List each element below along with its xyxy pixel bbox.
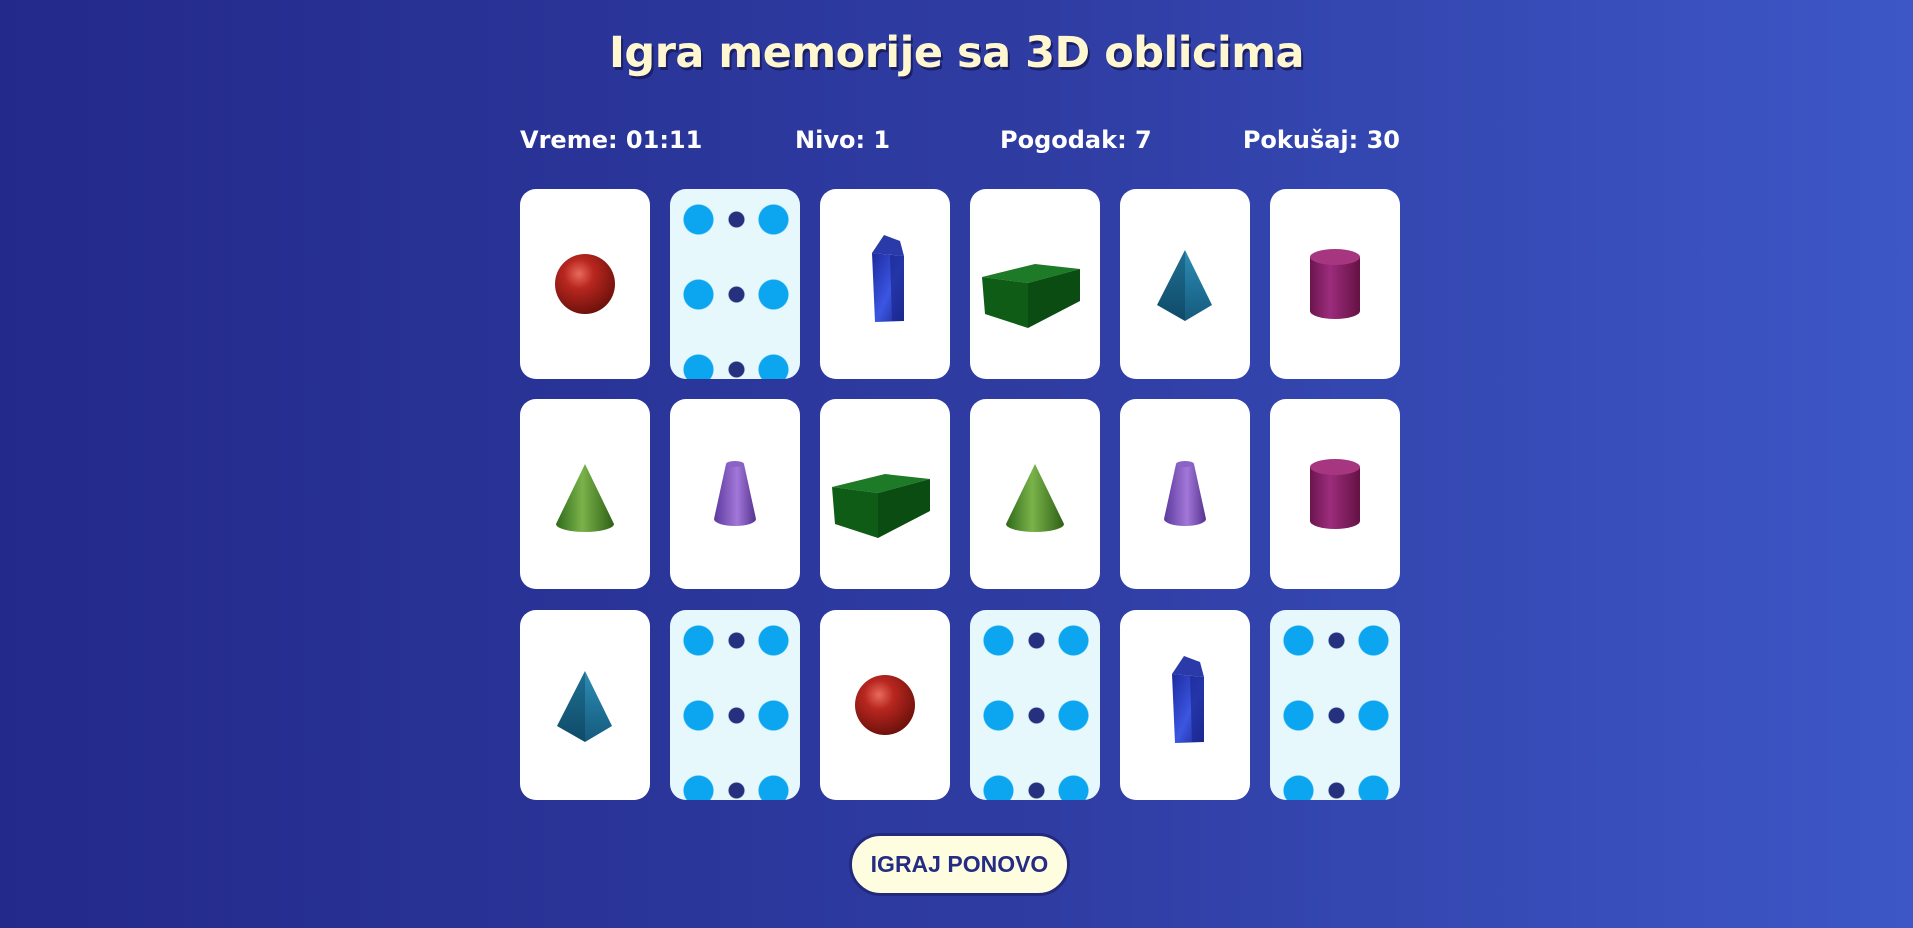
- card-face-up[interactable]: [670, 399, 800, 589]
- frustum-icon: [1164, 461, 1206, 526]
- card-face-up[interactable]: [1120, 399, 1250, 589]
- pyramid-icon: [1157, 250, 1212, 321]
- card-face-down[interactable]: [670, 610, 800, 800]
- prism-icon: [1172, 656, 1204, 743]
- card-face-up[interactable]: [1120, 189, 1250, 379]
- card-face-up[interactable]: [1270, 399, 1400, 589]
- tries-counter: Pokušaj: 30: [1242, 126, 1400, 154]
- prism-icon: [872, 235, 904, 322]
- card-face-up[interactable]: [1270, 189, 1400, 379]
- card-face-up[interactable]: [970, 399, 1100, 589]
- cylinder-icon: [1310, 459, 1360, 529]
- sphere-icon: [855, 675, 915, 735]
- cone-icon: [1006, 464, 1064, 532]
- level-counter: Nivo: 1: [795, 126, 891, 154]
- card-face-down[interactable]: [970, 610, 1100, 800]
- play-again-button[interactable]: IGRAJ PONOVO: [849, 833, 1070, 896]
- card-face-down[interactable]: [1270, 610, 1400, 800]
- card-face-up[interactable]: [520, 610, 650, 800]
- card-face-up[interactable]: [820, 610, 950, 800]
- frustum-icon: [714, 461, 756, 526]
- card-face-up[interactable]: [520, 189, 650, 379]
- card-face-up[interactable]: [520, 399, 650, 589]
- card-grid: [520, 189, 1400, 800]
- card-face-up[interactable]: [1120, 610, 1250, 800]
- time-counter: Vreme: 01:11: [520, 126, 703, 154]
- card-face-down[interactable]: [670, 189, 800, 379]
- hits-counter: Pogodak: 7: [1000, 126, 1152, 154]
- card-face-up[interactable]: [820, 189, 950, 379]
- game-title: Igra memorije sa 3D oblicima: [608, 28, 1305, 78]
- pyramid-icon: [557, 671, 612, 742]
- card-face-up[interactable]: [820, 399, 950, 589]
- cone-icon: [556, 464, 614, 532]
- stats-bar: Vreme: 01:11 Nivo: 1 Pogodak: 7 Pokušaj:…: [520, 126, 1400, 156]
- cuboid-icon: [832, 474, 930, 538]
- cylinder-icon: [1310, 249, 1360, 319]
- cuboid-icon: [982, 264, 1080, 328]
- card-face-up[interactable]: [970, 189, 1100, 379]
- sphere-icon: [555, 254, 615, 314]
